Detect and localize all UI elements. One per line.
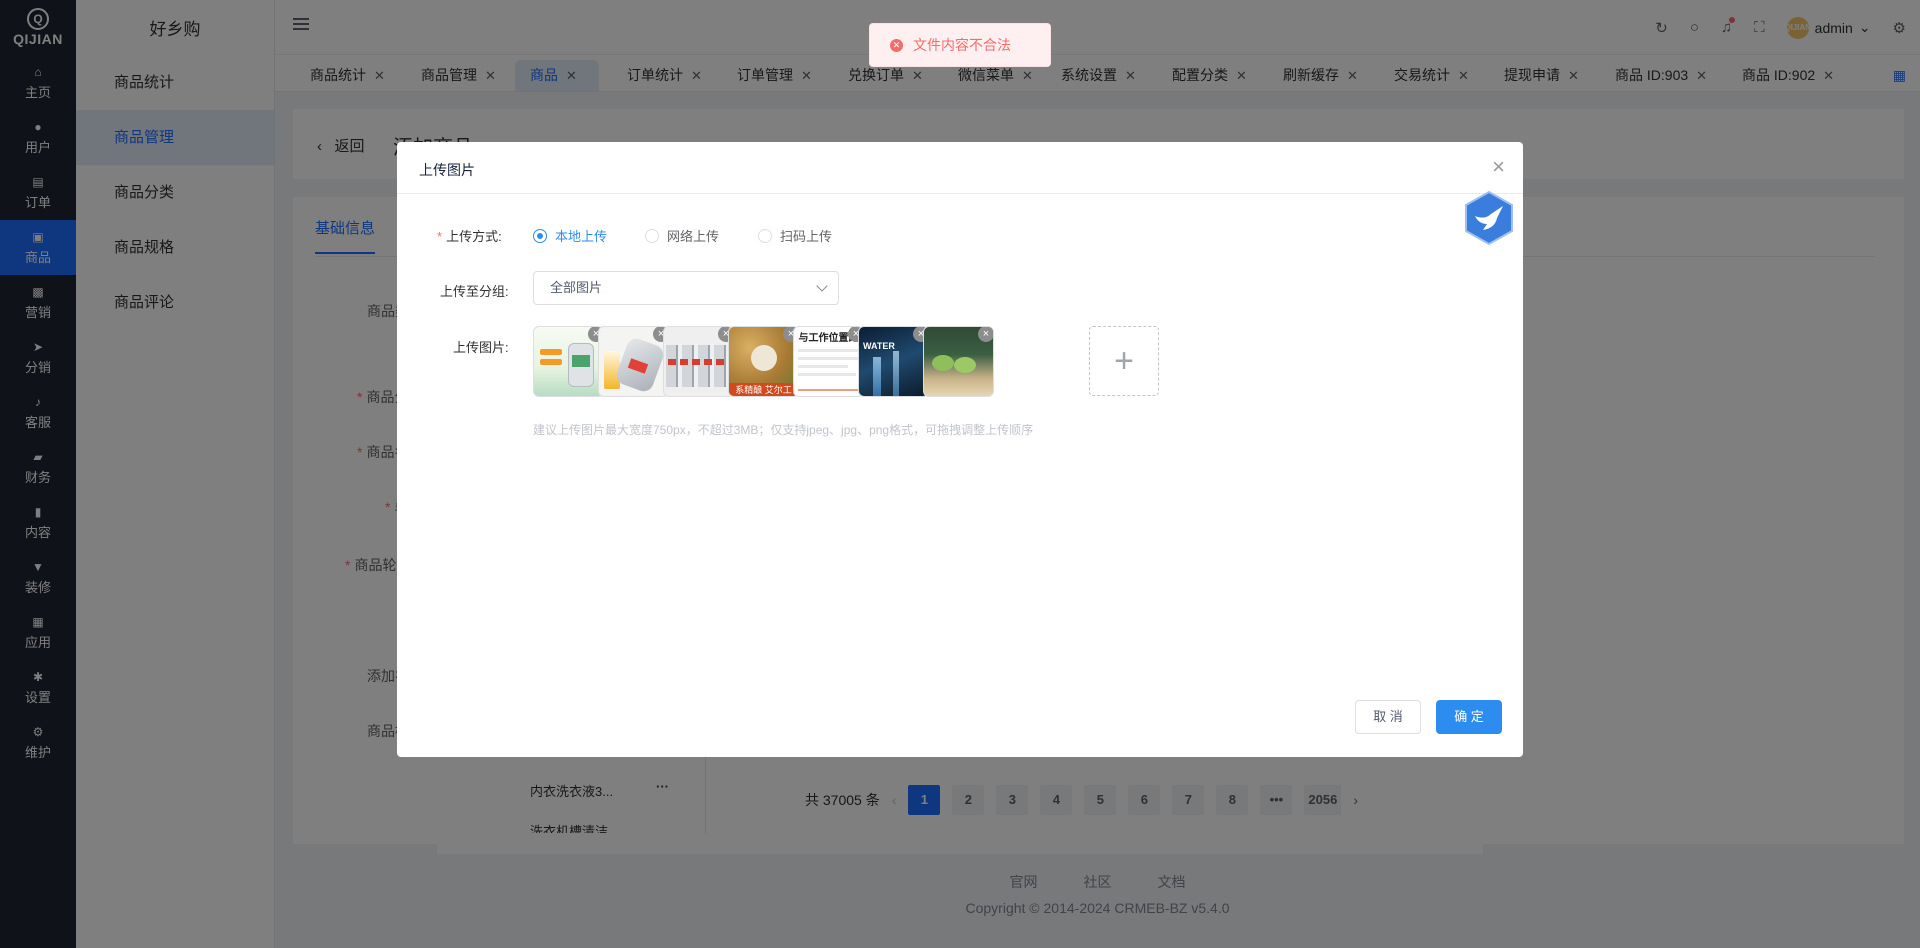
remove-image-icon[interactable]: × [978,327,993,342]
group-select-value: 全部图片 [550,280,603,295]
upload-images-label: 上传图片: [453,340,509,355]
image-thumbnail[interactable]: × [663,326,734,397]
radio-label: 网络上传 [667,229,720,244]
label-text: 上传方式: [446,229,502,244]
radio-circle [533,228,547,243]
error-icon: ✕ [890,38,903,52]
radio-circle [758,228,772,243]
image-thumbnail[interactable]: 与工作位置的 × [793,326,864,397]
bird-logo-icon [1465,190,1513,246]
radio-local-upload[interactable]: 本地上传 [533,226,607,245]
add-image-button[interactable]: + [1089,326,1159,396]
upload-method-label: * 上传方式: [437,229,502,244]
close-icon[interactable]: × [1492,154,1505,180]
toast-message: 文件内容不合法 [913,37,1011,53]
upload-hint: 建议上传图片最大宽度750px，不超过3MB；仅支持jpeg、jpg、png格式… [533,423,1034,437]
chevron-down-icon [816,280,828,292]
image-thumbnail[interactable]: × [533,326,604,397]
radio-network-upload[interactable]: 网络上传 [645,226,719,245]
error-toast: ✕ 文件内容不合法 [869,23,1051,67]
thumbnail-caption: WATER [863,341,895,351]
image-thumbnail[interactable]: × [923,326,994,397]
dialog-header: 上传图片 × [397,142,1523,194]
image-thumbnail[interactable]: WATER × [858,326,929,397]
radio-circle [645,228,659,243]
image-thumbnail[interactable]: × [598,326,669,397]
confirm-button[interactable]: 确 定 [1436,700,1502,734]
upload-image-dialog: 上传图片 × * 上传方式: 本地上传 网络上传 扫码上传 上传至分组: 全部图片… [397,142,1523,757]
image-thumbnail[interactable]: 系精酿 艾尔工 × [728,326,799,397]
plus-icon: + [1114,341,1134,380]
radio-qrcode-upload[interactable]: 扫码上传 [758,226,832,245]
radio-label: 扫码上传 [780,229,833,244]
upload-group-label: 上传至分组: [440,284,509,299]
radio-label: 本地上传 [555,229,608,244]
thumbnail-caption: 系精酿 艾尔工 [729,383,798,396]
group-select[interactable]: 全部图片 [533,271,839,305]
dialog-title: 上传图片 [419,162,475,178]
cancel-button[interactable]: 取 消 [1355,700,1421,734]
